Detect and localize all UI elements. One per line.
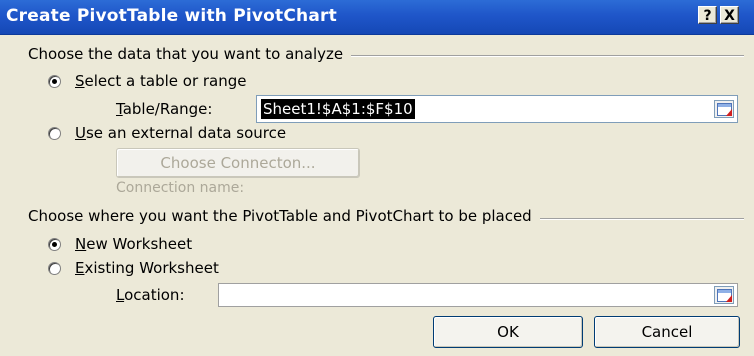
radio-button[interactable]	[48, 126, 61, 140]
location-input[interactable]	[218, 283, 738, 307]
cancel-button[interactable]: Cancel	[594, 316, 740, 348]
radio-existing-worksheet[interactable]: Existing Worksheet	[48, 259, 219, 277]
help-button[interactable]: ?	[698, 6, 717, 24]
radio-button[interactable]	[48, 261, 61, 275]
radio-external-source[interactable]: Use an external data source	[48, 124, 286, 142]
choose-connection-button[interactable]: Choose Connecton...	[116, 148, 360, 178]
placement-section-heading: Choose where you want the PivotTable and…	[28, 207, 540, 225]
radio-button[interactable]	[48, 74, 61, 88]
collapse-dialog-icon[interactable]	[714, 286, 734, 304]
radio-new-worksheet[interactable]: New Worksheet	[48, 235, 192, 253]
ok-button[interactable]: OK	[433, 316, 583, 348]
table-range-value: Sheet1!$A$1:$F$10	[261, 99, 415, 119]
title-bar: Create PivotTable with PivotChart ? X	[0, 0, 754, 35]
radio-select-table[interactable]: Select a table or range	[48, 72, 247, 90]
radio-button[interactable]	[48, 237, 61, 251]
collapse-dialog-icon[interactable]	[714, 100, 734, 118]
radio-existing-worksheet-label: Existing Worksheet	[75, 259, 219, 277]
radio-external-source-label: Use an external data source	[75, 124, 287, 142]
table-range-label: Table/Range:	[116, 100, 213, 118]
data-section-heading: Choose the data that you want to analyze	[28, 45, 352, 63]
table-range-input[interactable]: Sheet1!$A$1:$F$10	[256, 95, 738, 123]
radio-select-table-label: Select a table or range	[75, 72, 247, 90]
connection-name-label: Connection name:	[116, 180, 245, 196]
location-label: Location:	[116, 286, 185, 304]
close-button[interactable]: X	[720, 6, 739, 24]
dialog-title: Create PivotTable with PivotChart	[6, 6, 337, 26]
radio-new-worksheet-label: New Worksheet	[75, 235, 193, 253]
